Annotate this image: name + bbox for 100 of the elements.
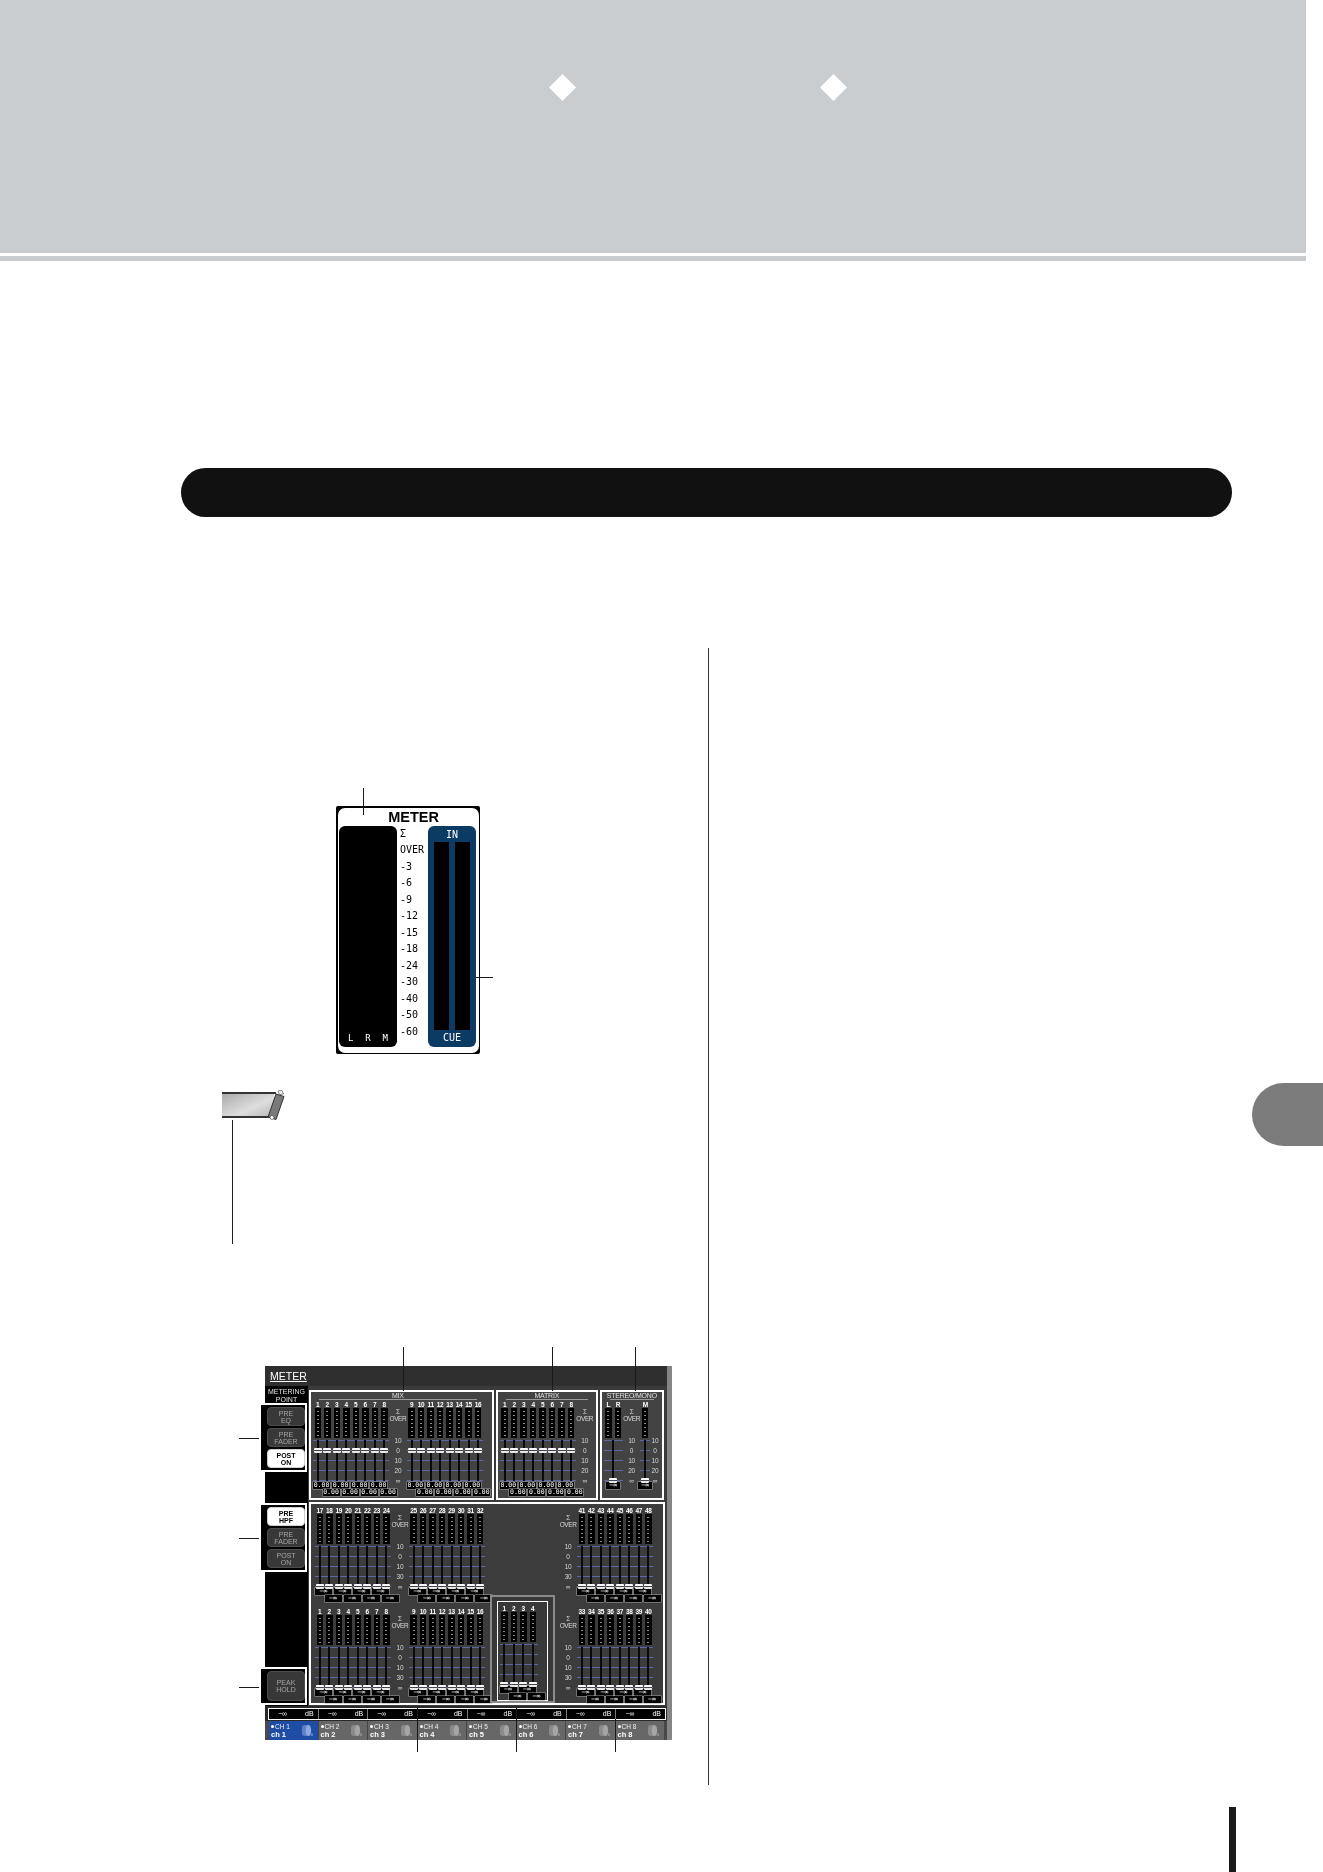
fader-knob[interactable] [644, 1684, 653, 1690]
fader-knob[interactable] [641, 1477, 650, 1483]
fader-knob[interactable] [519, 1681, 528, 1687]
leader-line [516, 1707, 517, 1752]
fader-knob[interactable] [370, 1447, 379, 1453]
fader-knob[interactable] [577, 1583, 586, 1589]
scale-label: -18 [400, 942, 419, 956]
fader-knob[interactable] [457, 1583, 466, 1589]
fader-knob[interactable] [353, 1684, 362, 1690]
meter-bar [448, 1514, 455, 1544]
fader-knob[interactable] [344, 1583, 353, 1589]
fader-knob[interactable] [344, 1684, 353, 1690]
fader-knob[interactable] [428, 1684, 437, 1690]
fader-knob[interactable] [528, 1681, 537, 1687]
fader-knob[interactable] [409, 1684, 418, 1690]
meter-bar [316, 1615, 323, 1645]
fader-knob[interactable] [419, 1583, 428, 1589]
fader-knob[interactable] [606, 1583, 615, 1589]
fader-knob[interactable] [606, 1684, 615, 1690]
fader-knob[interactable] [476, 1583, 485, 1589]
fader-knob[interactable] [625, 1583, 634, 1589]
dot-icon [469, 1724, 472, 1728]
screen-title: METER [270, 1370, 307, 1382]
fader-knob[interactable] [315, 1583, 324, 1589]
fader-knob[interactable] [519, 1447, 528, 1453]
meter-bar [578, 1514, 585, 1544]
leader-line [239, 1687, 259, 1688]
fader-knob[interactable] [417, 1447, 426, 1453]
fader-knob[interactable] [567, 1447, 576, 1453]
fader-knob[interactable] [353, 1583, 362, 1589]
fader-knob[interactable] [455, 1447, 464, 1453]
fader-knob[interactable] [313, 1447, 322, 1453]
fader-knob[interactable] [361, 1447, 370, 1453]
meter-bar [455, 1408, 463, 1438]
fader-knob[interactable] [428, 1583, 437, 1589]
fader-knob[interactable] [407, 1447, 416, 1453]
fader-knob[interactable] [419, 1684, 428, 1690]
fader-knob[interactable] [634, 1583, 643, 1589]
fader-knob[interactable] [445, 1447, 454, 1453]
fader-knob[interactable] [500, 1447, 509, 1453]
meter-bar [343, 1408, 350, 1438]
meter-bar [510, 1408, 518, 1438]
fader-knob[interactable] [334, 1583, 343, 1589]
fader-knob[interactable] [587, 1684, 596, 1690]
fader-knob[interactable] [447, 1583, 456, 1589]
fader-knob[interactable] [634, 1684, 643, 1690]
knob-icon [648, 1724, 659, 1737]
fader-knob[interactable] [409, 1583, 418, 1589]
fader-knob[interactable] [380, 1447, 389, 1453]
fader-knob[interactable] [577, 1684, 586, 1690]
fader-knob[interactable] [466, 1684, 475, 1690]
fader-knob[interactable] [334, 1684, 343, 1690]
fader-knob[interactable] [438, 1583, 447, 1589]
page-marker [1229, 1807, 1236, 1872]
fader-knob[interactable] [625, 1684, 634, 1690]
fader-knob[interactable] [372, 1583, 381, 1589]
fader-knob[interactable] [466, 1583, 475, 1589]
fader-knob[interactable] [596, 1684, 605, 1690]
fader-knob[interactable] [476, 1684, 485, 1690]
fader-knob[interactable] [615, 1583, 624, 1589]
fader-knob[interactable] [447, 1684, 456, 1690]
scale-label: OVER [400, 843, 425, 857]
fader-knob[interactable] [382, 1583, 391, 1589]
fader-knob[interactable] [457, 1684, 466, 1690]
fader-knob[interactable] [438, 1684, 447, 1690]
fader-knob[interactable] [500, 1681, 509, 1687]
scale-label: -24 [400, 958, 419, 973]
fader-knob[interactable] [351, 1447, 360, 1453]
fader-knob[interactable] [474, 1447, 483, 1453]
fader-knob[interactable] [325, 1684, 334, 1690]
dot-icon [419, 1724, 423, 1728]
fader-knob[interactable] [382, 1684, 391, 1690]
fader-knob[interactable] [509, 1681, 518, 1687]
scale-label: -60 [400, 1024, 419, 1039]
fader-knob[interactable] [557, 1447, 566, 1453]
meter-bar [410, 1615, 417, 1645]
fader-knob[interactable] [529, 1447, 538, 1453]
fader-knob[interactable] [436, 1447, 445, 1453]
fader-knob[interactable] [615, 1684, 624, 1690]
fader-knob[interactable] [464, 1447, 473, 1453]
fader-knob[interactable] [323, 1447, 332, 1453]
fader-knob[interactable] [596, 1583, 605, 1589]
fader-knob[interactable] [342, 1447, 351, 1453]
fader-knob[interactable] [315, 1684, 324, 1690]
dot-icon [370, 1724, 373, 1728]
fader-knob[interactable] [363, 1684, 372, 1690]
meter-bar [645, 1615, 652, 1645]
fader-knob[interactable] [538, 1447, 547, 1453]
diamond-icon [820, 74, 847, 101]
fader-knob[interactable] [510, 1447, 519, 1453]
fader-knob[interactable] [609, 1477, 618, 1483]
fader-knob[interactable] [426, 1447, 435, 1453]
fader-knob[interactable] [644, 1583, 653, 1589]
fader-knob[interactable] [363, 1583, 372, 1589]
fader-knob[interactable] [372, 1684, 381, 1690]
meter-bar [476, 1615, 484, 1645]
fader-knob[interactable] [587, 1583, 596, 1589]
fader-knob[interactable] [548, 1447, 557, 1453]
fader-knob[interactable] [332, 1447, 341, 1453]
dot-icon [271, 1724, 274, 1728]
